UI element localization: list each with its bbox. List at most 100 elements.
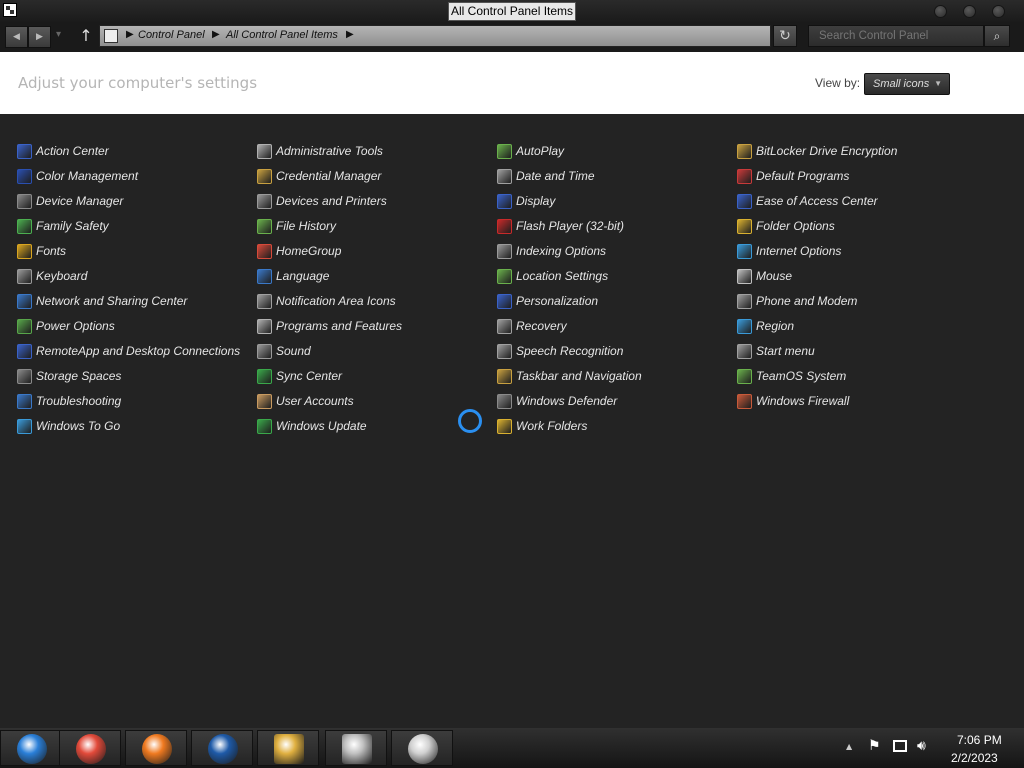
control-panel-item[interactable]: HomeGroup [257,241,341,261]
control-panel-item[interactable]: Start menu [737,341,815,361]
control-panel-icon[interactable] [3,3,17,17]
page-header: Adjust your computer's settings View by:… [0,52,1024,114]
notification-icon [257,293,272,309]
view-by-value: Small icons [873,78,930,90]
circle-logo-icon [208,734,238,764]
control-panel-item[interactable]: Phone and Modem [737,291,857,311]
control-panel-item[interactable]: Administrative Tools [257,141,383,161]
clock-time[interactable]: 7:06 PM [957,733,1002,747]
navigation-bar: ◀ ▶ ▾ ↑ ▶ Control Panel ▶ All Control Pa… [0,22,1024,52]
control-panel-item[interactable]: Network and Sharing Center [17,291,187,311]
control-panel-item[interactable]: Devices and Printers [257,191,387,211]
control-panel-item[interactable]: Sound [257,341,311,361]
control-panel-item[interactable]: Indexing Options [497,241,606,261]
control-panel-icon [104,29,118,43]
control-panel-item[interactable]: RemoteApp and Desktop Connections [17,341,240,361]
control-panel-item[interactable]: Work Folders [497,416,587,436]
control-panel-item-label: Internet Options [756,244,842,258]
control-panel-item[interactable]: File History [257,216,336,236]
taskbar-control-panel[interactable] [325,730,387,766]
control-panel-item-label: Work Folders [516,419,588,433]
back-button[interactable]: ◀ [5,26,28,48]
taskbar-mouse-app[interactable] [391,730,453,766]
address-bar[interactable]: ▶ Control Panel ▶ All Control Panel Item… [99,25,771,47]
control-panel-item[interactable]: Device Manager [17,191,123,211]
search-input[interactable] [808,25,984,47]
breadcrumb-separator-icon[interactable]: ▶ [346,29,354,40]
control-panel-item[interactable]: TeamOS System [737,366,846,386]
control-panel-item[interactable]: Location Settings [497,266,608,286]
control-panel-item[interactable]: Windows Firewall [737,391,849,411]
view-by-dropdown[interactable]: Small icons ▼ [864,73,950,95]
taskbar-firefox[interactable] [125,730,187,766]
control-panel-item[interactable]: Folder Options [737,216,835,236]
clock-date[interactable]: 2/2/2023 [951,751,998,765]
maximize-button[interactable] [963,5,976,18]
control-panel-item[interactable]: Power Options [17,316,115,336]
control-panel-item[interactable]: Color Management [17,166,138,186]
show-hidden-icons-icon[interactable]: ▲ [846,742,852,751]
control-panel-item[interactable]: Family Safety [17,216,109,236]
control-panel-item[interactable]: Credential Manager [257,166,381,186]
control-panel-item[interactable]: Mouse [737,266,792,286]
control-panel-item[interactable]: Action Center [17,141,109,161]
search-button[interactable]: ⌕ [984,25,1010,47]
autoplay-icon [497,143,512,159]
control-panel-item[interactable]: Windows Defender [497,391,617,411]
up-button[interactable]: ↑ [77,25,95,47]
network-icon[interactable] [893,740,907,752]
breadcrumb-control-panel[interactable]: Control Panel [138,29,205,41]
control-panel-item[interactable]: Default Programs [737,166,849,186]
control-panel-item[interactable]: Troubleshooting [17,391,121,411]
control-panel-item[interactable]: Region [737,316,794,336]
forward-arrow-icon: ▶ [36,32,43,42]
recent-locations-chevron-icon[interactable]: ▾ [56,29,61,40]
close-button[interactable] [992,5,1005,18]
volume-icon[interactable]: 🔊︎ [917,738,926,754]
control-panel-item[interactable]: Fonts [17,241,66,261]
control-panel-item[interactable]: Storage Spaces [17,366,121,386]
control-panel-item[interactable]: Personalization [497,291,598,311]
troubleshoot-icon [17,393,32,409]
control-panel-item-label: Windows Firewall [756,394,850,408]
control-panel-item[interactable]: User Accounts [257,391,354,411]
control-panel-item-label: User Accounts [276,394,354,408]
control-panel-item[interactable]: Display [497,191,555,211]
control-panel-item[interactable]: AutoPlay [497,141,564,161]
control-panel-item[interactable]: Programs and Features [257,316,402,336]
breadcrumb-separator-icon[interactable]: ▶ [212,29,220,40]
control-panel-item[interactable]: Speech Recognition [497,341,623,361]
control-panel-item[interactable]: Taskbar and Navigation [497,366,642,386]
taskbar-app-circle[interactable] [191,730,253,766]
action-center-flag-icon[interactable]: ⚑ [868,738,881,754]
monitor-icon [17,168,32,184]
control-panel-item[interactable]: Flash Player (32-bit) [497,216,624,236]
control-panel-item[interactable]: Keyboard [17,266,87,286]
control-panel-item[interactable]: Language [257,266,329,286]
control-panel-item-label: Folder Options [756,219,835,233]
network-icon [17,293,32,309]
control-panel-item[interactable]: Windows To Go [17,416,120,436]
control-panel-item-label: Programs and Features [276,319,403,333]
control-panel-item[interactable]: Recovery [497,316,567,336]
forward-button[interactable]: ▶ [28,26,51,48]
taskbar-chrome[interactable] [59,730,121,766]
refresh-button[interactable]: ↻ [773,25,797,47]
taskbar-start-button[interactable] [0,730,62,766]
breadcrumb-separator-icon[interactable]: ▶ [126,29,134,40]
control-panel-item-label: Start menu [756,344,815,358]
control-panel-item-label: Recovery [516,319,567,333]
control-panel-item[interactable]: Date and Time [497,166,595,186]
power-icon [17,318,32,334]
control-panel-item[interactable]: Internet Options [737,241,841,261]
taskbar-file-explorer[interactable] [257,730,319,766]
control-panel-item[interactable]: BitLocker Drive Encryption [737,141,897,161]
control-panel-item[interactable]: Notification Area Icons [257,291,396,311]
minimize-button[interactable] [934,5,947,18]
breadcrumb-all-items[interactable]: All Control Panel Items [226,29,338,41]
control-panel-item[interactable]: Windows Update [257,416,367,436]
control-panel-item[interactable]: Sync Center [257,366,342,386]
control-panel-item[interactable]: Ease of Access Center [737,191,878,211]
microphone-icon [497,343,512,359]
control-panel-item-label: Notification Area Icons [276,294,396,308]
